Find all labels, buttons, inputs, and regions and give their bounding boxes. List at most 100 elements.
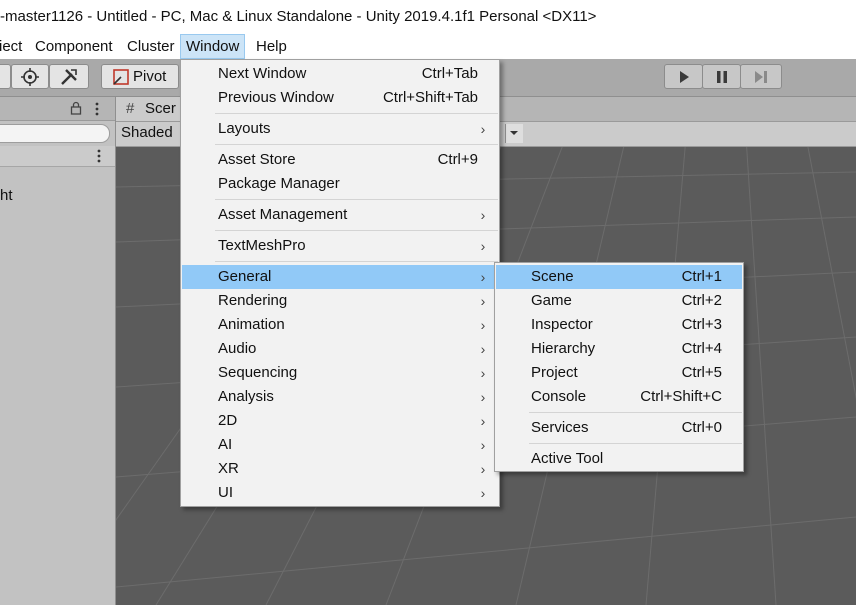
pivot-label: Pivot <box>133 68 167 85</box>
menu-project[interactable]: iect <box>0 34 27 59</box>
pause-button[interactable] <box>702 64 741 89</box>
tool-button-partial[interactable] <box>0 64 11 89</box>
window-menu: Next Window Ctrl+Tab Previous Window Ctr… <box>180 59 500 507</box>
menu-item-label: Animation <box>218 316 285 333</box>
menu-item-rendering[interactable]: Rendering › <box>182 289 498 313</box>
menu-item-label: General <box>218 268 272 285</box>
menu-item-animation[interactable]: Animation › <box>182 313 498 337</box>
submenu-item-label: Project <box>531 364 578 381</box>
menu-item-asset-management[interactable]: Asset Management › <box>182 203 498 227</box>
menu-item-ui[interactable]: UI › <box>182 481 498 505</box>
transform-tool-button[interactable] <box>49 64 89 89</box>
hierarchy-panel: ht <box>0 97 116 605</box>
menu-item-sequencing[interactable]: Sequencing › <box>182 361 498 385</box>
submenu-item-label: Active Tool <box>531 450 604 467</box>
step-icon <box>755 70 767 83</box>
pivot-toggle-button[interactable]: Pivot <box>101 64 179 89</box>
menu-item-label: Asset Store <box>218 151 296 168</box>
submenu-item-shortcut: Ctrl+5 <box>681 364 722 381</box>
menu-item-package-manager[interactable]: Package Manager <box>182 172 498 196</box>
menu-help[interactable]: Help <box>251 34 292 59</box>
submenu-item-services[interactable]: Services Ctrl+0 <box>496 416 742 440</box>
menu-item-2d[interactable]: 2D › <box>182 409 498 433</box>
menu-item-xr[interactable]: XR › <box>182 457 498 481</box>
hierarchy-item[interactable]: ht <box>0 187 13 204</box>
chevron-right-icon: › <box>480 437 486 453</box>
menu-item-label: TextMeshPro <box>218 237 306 254</box>
menu-item-ai[interactable]: AI › <box>182 433 498 457</box>
chevron-right-icon: › <box>480 341 486 357</box>
submenu-item-label: Console <box>531 388 587 405</box>
chevron-right-icon: › <box>480 207 486 223</box>
menu-item-label: Rendering <box>218 292 288 309</box>
submenu-item-label: Scene <box>531 268 574 285</box>
rect-tool-icon <box>21 67 39 86</box>
submenu-item-shortcut: Ctrl+4 <box>681 340 722 357</box>
hierarchy-search-input[interactable] <box>0 124 110 143</box>
scene-dropdown-button[interactable] <box>505 124 523 143</box>
lock-icon[interactable] <box>70 101 82 115</box>
menu-item-shortcut: Ctrl+Shift+Tab <box>382 89 478 106</box>
menu-item-label: Previous Window <box>218 89 334 106</box>
chevron-right-icon: › <box>480 389 486 405</box>
chevron-right-icon: › <box>480 238 486 254</box>
menu-item-label: 2D <box>218 412 238 429</box>
submenu-item-scene[interactable]: Scene Ctrl+1 <box>496 265 742 289</box>
menu-item-label: Layouts <box>218 120 271 137</box>
submenu-item-active-tool[interactable]: Active Tool <box>496 447 742 471</box>
menu-item-audio[interactable]: Audio › <box>182 337 498 361</box>
menu-item-label: Next Window <box>218 65 307 82</box>
chevron-right-icon: › <box>480 121 486 137</box>
more-options-icon[interactable] <box>94 102 100 116</box>
menu-item-asset-store[interactable]: Asset Store Ctrl+9 <box>182 148 498 172</box>
more-options-icon[interactable] <box>96 149 102 163</box>
menu-bar: iect Component Cluster Window Help <box>0 34 856 59</box>
menu-item-label: Analysis <box>218 388 274 405</box>
pivot-icon <box>113 68 129 85</box>
tab-scene[interactable]: # Scer <box>116 97 186 121</box>
menu-item-label: UI <box>218 484 233 501</box>
play-icon <box>679 70 689 83</box>
menu-item-next-window[interactable]: Next Window Ctrl+Tab <box>182 62 498 86</box>
menu-component[interactable]: Component <box>30 34 118 59</box>
menu-item-label: Audio <box>218 340 257 357</box>
submenu-item-label: Game <box>531 292 572 309</box>
menu-item-layouts[interactable]: Layouts › <box>182 117 498 141</box>
submenu-item-shortcut: Ctrl+2 <box>681 292 722 309</box>
chevron-right-icon: › <box>480 269 486 285</box>
menu-item-label: AI <box>218 436 233 453</box>
menu-item-general[interactable]: General › <box>182 265 498 289</box>
menu-separator <box>215 261 498 262</box>
submenu-item-shortcut: Ctrl+Shift+C <box>640 388 722 405</box>
menu-separator <box>529 412 742 413</box>
general-submenu: Scene Ctrl+1 Game Ctrl+2 Inspector Ctrl+… <box>494 262 744 472</box>
pause-icon <box>716 70 727 83</box>
submenu-item-game[interactable]: Game Ctrl+2 <box>496 289 742 313</box>
submenu-item-project[interactable]: Project Ctrl+5 <box>496 361 742 385</box>
chevron-right-icon: › <box>480 317 486 333</box>
menu-item-analysis[interactable]: Analysis › <box>182 385 498 409</box>
menu-item-previous-window[interactable]: Previous Window Ctrl+Shift+Tab <box>182 86 498 110</box>
menu-window[interactable]: Window <box>180 34 246 59</box>
submenu-item-hierarchy[interactable]: Hierarchy Ctrl+4 <box>496 337 742 361</box>
menu-cluster[interactable]: Cluster <box>122 34 180 59</box>
rect-tool-button[interactable] <box>11 64 49 89</box>
chevron-down-icon <box>510 131 518 135</box>
scene-tab-label: Scer <box>145 100 176 117</box>
step-button[interactable] <box>740 64 782 89</box>
submenu-item-shortcut: Ctrl+3 <box>681 316 722 333</box>
chevron-right-icon: › <box>480 413 486 429</box>
submenu-item-console[interactable]: Console Ctrl+Shift+C <box>496 385 742 409</box>
menu-separator <box>215 230 498 231</box>
grid-icon: # <box>126 100 135 117</box>
menu-item-label: Sequencing <box>218 364 298 381</box>
submenu-item-shortcut: Ctrl+0 <box>681 419 722 436</box>
shading-mode-dropdown[interactable]: Shaded <box>121 124 173 141</box>
chevron-right-icon: › <box>480 485 486 501</box>
menu-separator <box>215 199 498 200</box>
menu-separator <box>215 113 498 114</box>
play-button[interactable] <box>664 64 703 89</box>
window-title: -master1126 - Untitled - PC, Mac & Linux… <box>0 8 597 25</box>
menu-item-textmeshpro[interactable]: TextMeshPro › <box>182 234 498 258</box>
submenu-item-inspector[interactable]: Inspector Ctrl+3 <box>496 313 742 337</box>
